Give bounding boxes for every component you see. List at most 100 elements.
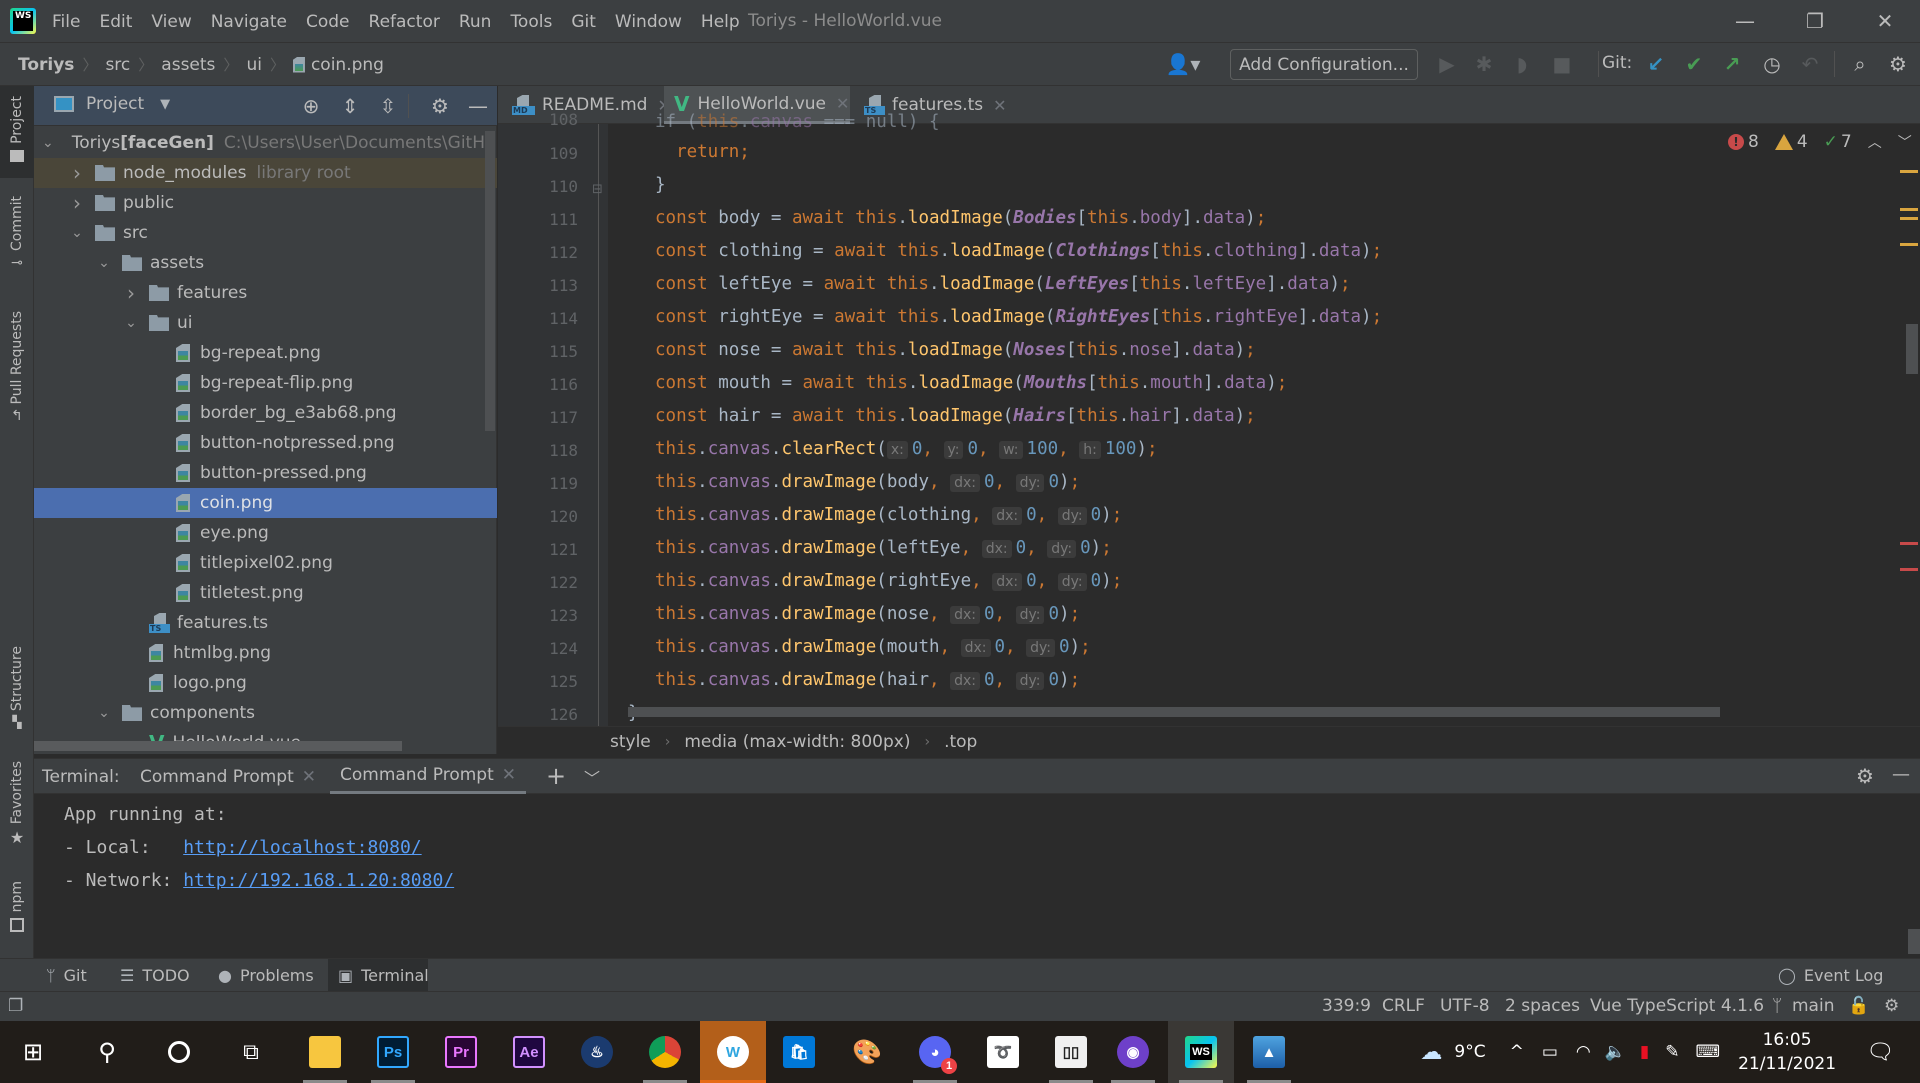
menu-navigate[interactable]: Navigate bbox=[211, 12, 287, 32]
taskbar-photoshop[interactable]: Ps bbox=[360, 1021, 426, 1083]
taskbar-webstorm[interactable]: WS bbox=[1168, 1021, 1234, 1083]
terminal-tab-active[interactable]: Command Prompt ✕ bbox=[330, 759, 527, 795]
tool-tab-favorites[interactable]: Favorites ★ bbox=[0, 761, 34, 861]
vertical-scrollbar[interactable] bbox=[1908, 929, 1920, 954]
tree-item[interactable]: logo.png bbox=[34, 668, 497, 698]
tree-item[interactable]: eye.png bbox=[34, 518, 497, 548]
meet-now-icon[interactable]: ▭ bbox=[1542, 1042, 1558, 1062]
taskbar-twitch[interactable]: ▯▯ bbox=[1038, 1021, 1104, 1083]
line-separator[interactable]: CRLF bbox=[1382, 996, 1425, 1016]
error-marker[interactable] bbox=[1900, 542, 1918, 545]
local-url-link[interactable]: http://localhost:8080/ bbox=[183, 837, 421, 858]
minimize-button[interactable]: — bbox=[1725, 8, 1765, 34]
breadcrumb-item[interactable]: style bbox=[610, 732, 651, 752]
taskbar-steam[interactable]: ♨ bbox=[564, 1021, 630, 1083]
taskbar-clip-studio[interactable]: ➰ bbox=[970, 1021, 1036, 1083]
breadcrumb-item[interactable]: .top bbox=[944, 732, 977, 752]
menu-view[interactable]: View bbox=[151, 12, 191, 32]
chevron-right-icon[interactable]: › bbox=[123, 281, 139, 305]
network-url-link[interactable]: http://192.168.1.20:8080/ bbox=[183, 870, 454, 891]
inspector-icon[interactable]: ⚙ bbox=[1884, 996, 1899, 1016]
taskbar-github[interactable]: ◉ bbox=[1100, 1021, 1166, 1083]
cortana-button[interactable] bbox=[146, 1021, 212, 1083]
breadcrumb-item[interactable]: coin.png bbox=[311, 55, 384, 75]
add-configuration-button[interactable]: Add Configuration... bbox=[1230, 49, 1418, 80]
unlock-icon[interactable]: 🔓 bbox=[1848, 996, 1869, 1016]
warning-marker[interactable] bbox=[1900, 208, 1918, 211]
menu-edit[interactable]: Edit bbox=[99, 12, 132, 32]
wifi-icon[interactable]: ◠ bbox=[1576, 1042, 1591, 1062]
tree-item[interactable]: ⌄ Toriys [faceGen] C:\Users\User\Documents… bbox=[34, 128, 497, 158]
debug-icon[interactable]: ✱ bbox=[1472, 53, 1496, 75]
breadcrumb-item[interactable]: assets bbox=[161, 55, 215, 75]
git-branch[interactable]: main bbox=[1792, 996, 1834, 1016]
close-button[interactable]: ✕ bbox=[1865, 8, 1905, 34]
chevron-down-icon[interactable]: ⌄ bbox=[42, 135, 54, 151]
tool-tab-terminal[interactable]: ▣ Terminal bbox=[328, 959, 429, 991]
taskbar-photos[interactable]: ▲ bbox=[1236, 1021, 1302, 1083]
tree-item[interactable]: ⌄ assets bbox=[34, 248, 497, 278]
run-icon[interactable]: ▶ bbox=[1435, 53, 1459, 75]
hide-panel-icon[interactable]: — bbox=[1892, 764, 1910, 785]
tool-tab-structure[interactable]: Structure ▚ bbox=[0, 646, 34, 746]
settings-icon[interactable]: ⚙ bbox=[1856, 764, 1874, 788]
warning-marker[interactable] bbox=[1900, 243, 1918, 246]
tool-tab-git[interactable]: ᛘ Git bbox=[36, 959, 97, 991]
menu-window[interactable]: Window bbox=[615, 12, 682, 32]
weather-icon[interactable]: ☁ bbox=[1420, 1040, 1442, 1065]
menu-code[interactable]: Code bbox=[306, 12, 350, 32]
taskbar-after-effects[interactable]: Ae bbox=[496, 1021, 562, 1083]
tool-tab-npm[interactable]: npm bbox=[0, 881, 34, 961]
taskbar-webtoon[interactable]: W bbox=[700, 1021, 766, 1083]
project-view-selector[interactable]: Project ▼ bbox=[54, 94, 170, 114]
tree-item[interactable]: features.ts bbox=[34, 608, 497, 638]
notification-app-icon[interactable]: ▮ bbox=[1640, 1042, 1649, 1062]
indent-setting[interactable]: 2 spaces bbox=[1505, 996, 1580, 1016]
chevron-down-icon[interactable]: ⌄ bbox=[69, 225, 85, 241]
settings-icon[interactable]: ⚙ bbox=[428, 94, 452, 118]
taskbar-chrome[interactable] bbox=[632, 1021, 698, 1083]
menu-run[interactable]: Run bbox=[459, 12, 492, 32]
show-hidden-icons[interactable]: ^ bbox=[1510, 1042, 1524, 1062]
warning-marker[interactable] bbox=[1900, 217, 1918, 220]
git-commit-icon[interactable]: ✔ bbox=[1682, 53, 1706, 75]
close-tab-icon[interactable]: ✕ bbox=[302, 767, 316, 787]
tree-item[interactable]: ⌄ components bbox=[34, 698, 497, 728]
toggle-tool-windows-icon[interactable]: ❐ bbox=[8, 996, 23, 1016]
tree-item[interactable]: ⌄ ui bbox=[34, 308, 497, 338]
vertical-scrollbar[interactable] bbox=[485, 131, 495, 431]
menu-file[interactable]: File bbox=[52, 12, 80, 32]
tree-item[interactable]: button-notpressed.png bbox=[34, 428, 497, 458]
search-button[interactable]: ⚲ bbox=[74, 1021, 140, 1083]
tree-item[interactable]: › node_modules library root bbox=[34, 158, 497, 188]
tree-item[interactable]: › features bbox=[34, 278, 497, 308]
code-editor[interactable]: ⊟ 108 109 110 111 112 113 114 115 116 117 118 119 12… bbox=[498, 110, 1920, 726]
menu-help[interactable]: Help bbox=[701, 12, 740, 32]
taskbar-paint[interactable]: 🎨 bbox=[834, 1021, 900, 1083]
tool-tab-commit[interactable]: Commit ⊸ bbox=[0, 196, 34, 296]
tree-item[interactable]: htmlbg.png bbox=[34, 638, 497, 668]
hide-panel-icon[interactable]: — bbox=[466, 94, 490, 118]
breadcrumb-item[interactable]: src bbox=[105, 55, 130, 75]
tool-tab-todo[interactable]: ☰ TODO bbox=[110, 959, 200, 991]
vertical-scrollbar[interactable] bbox=[1906, 324, 1918, 374]
tool-tab-project[interactable]: Project bbox=[0, 86, 34, 178]
menu-refactor[interactable]: Refactor bbox=[369, 12, 440, 32]
inspection-widget[interactable]: ! 8 4 ✓ 7 ︿ ﹀ bbox=[1728, 132, 1920, 152]
touch-keyboard-icon[interactable]: ⌨ bbox=[1696, 1042, 1721, 1062]
chevron-right-icon[interactable]: › bbox=[69, 191, 85, 215]
coverage-icon[interactable]: ◗ bbox=[1510, 53, 1534, 75]
tree-item[interactable]: ⌄ src bbox=[34, 218, 497, 248]
horizontal-scrollbar[interactable] bbox=[34, 741, 402, 751]
stop-icon[interactable]: ■ bbox=[1550, 53, 1574, 75]
git-push-icon[interactable]: ↗ bbox=[1720, 53, 1744, 75]
rollback-icon[interactable]: ↶ bbox=[1798, 53, 1822, 75]
close-tab-icon[interactable]: ✕ bbox=[993, 96, 1006, 115]
close-tab-icon[interactable]: ✕ bbox=[502, 765, 516, 785]
breadcrumb-item[interactable]: ui bbox=[246, 55, 262, 75]
tool-tab-pull-requests[interactable]: Pull Requests ↰ bbox=[0, 311, 34, 441]
tree-item[interactable]: border_bg_e3ab68.png bbox=[34, 398, 497, 428]
language-service[interactable]: Vue TypeScript 4.1.6 bbox=[1590, 996, 1764, 1016]
user-icon[interactable]: 👤▾ bbox=[1163, 53, 1203, 75]
close-tab-icon[interactable]: ✕ bbox=[836, 94, 849, 113]
